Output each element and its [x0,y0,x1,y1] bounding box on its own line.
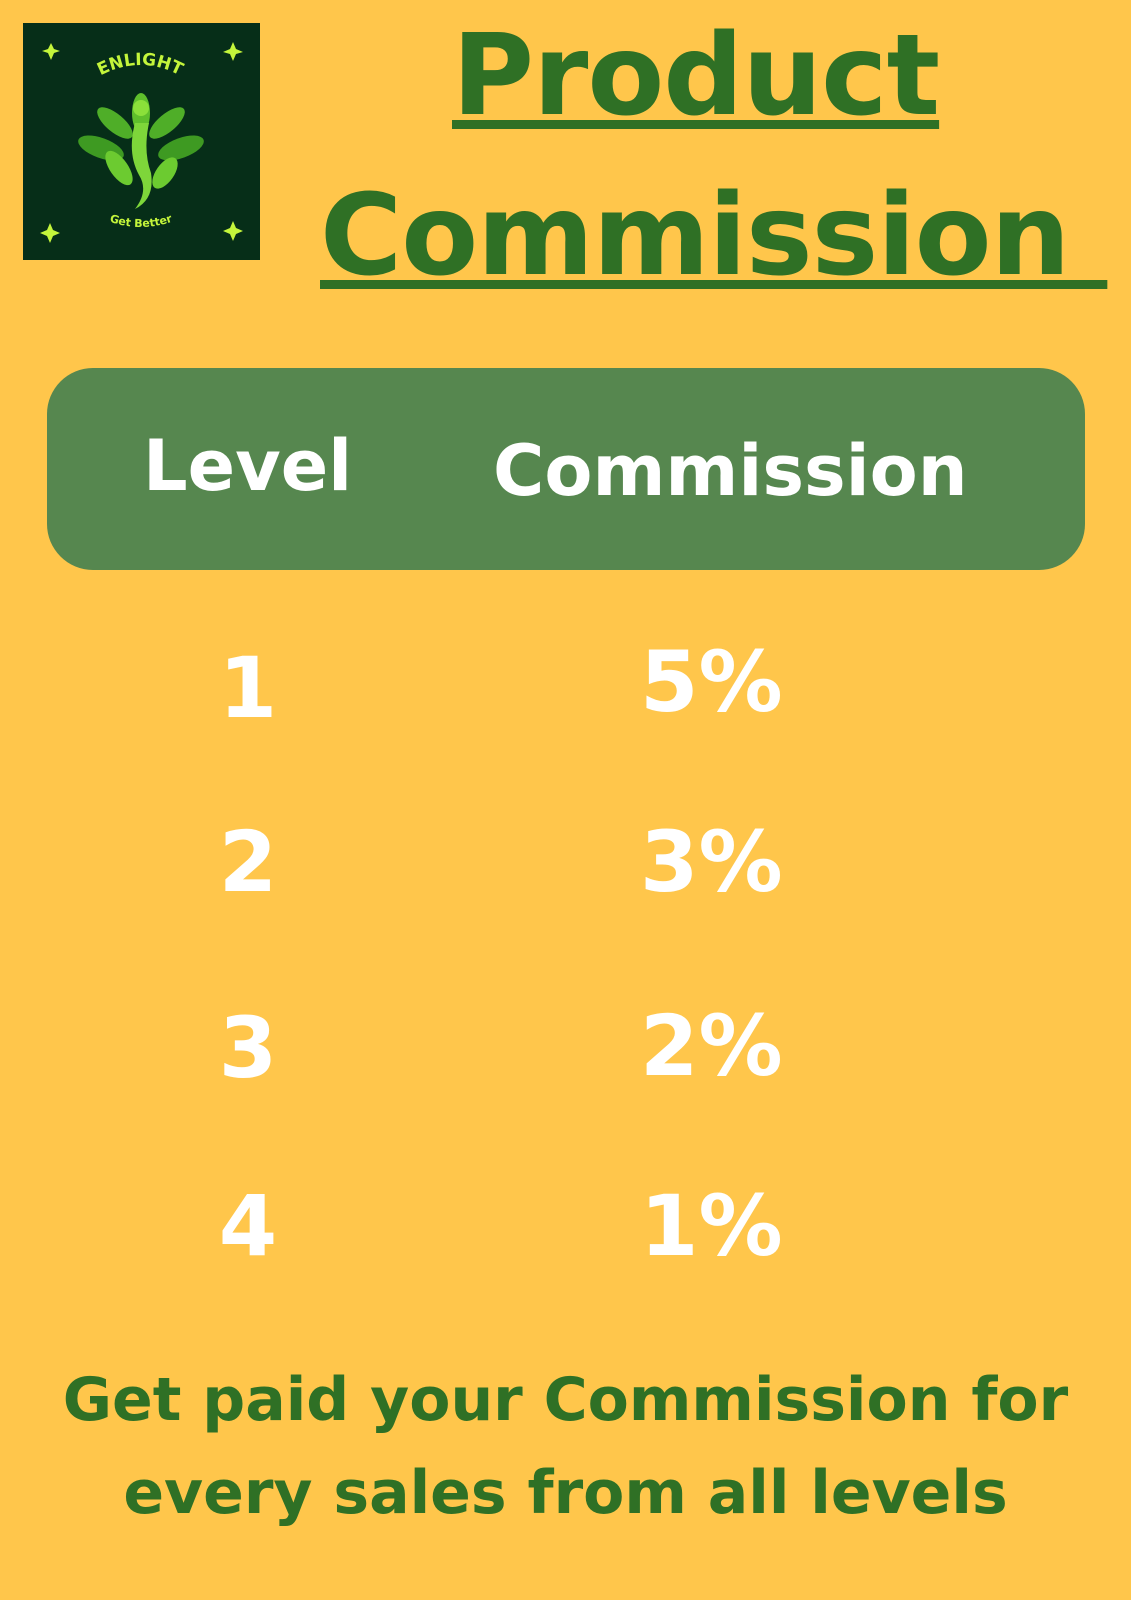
footer-line-2: every sales from all levels [123,1458,1008,1528]
table-header: Level Commission [47,368,1085,570]
level-cell: 4 [218,1177,278,1275]
column-header-level: Level [143,425,353,507]
footer-message: Get paid your Commission for every sales… [0,1354,1131,1540]
page-title-line-2: Commission [320,171,1108,301]
svg-text:ENLIGHT: ENLIGHT [94,50,186,80]
logo-brand-text: ENLIGHT [94,50,186,80]
level-cell: 3 [218,999,278,1097]
page-title-line-1: Product [452,11,940,141]
commission-cell: 5% [640,633,783,731]
level-cell: 1 [218,639,278,737]
commission-cell: 3% [640,813,783,911]
footer-line-1: Get paid your Commission for [62,1365,1069,1435]
svg-text:Get Better: Get Better [108,212,174,230]
column-header-commission: Commission [493,430,968,512]
commission-cell: 1% [640,1177,783,1275]
commission-cell: 2% [640,997,783,1095]
enlight-logo: ENLIGHT Get Better [23,23,260,260]
level-cell: 2 [218,813,278,911]
logo-tagline: Get Better [108,212,174,230]
leaf-figure-icon: ENLIGHT Get Better [40,42,243,243]
